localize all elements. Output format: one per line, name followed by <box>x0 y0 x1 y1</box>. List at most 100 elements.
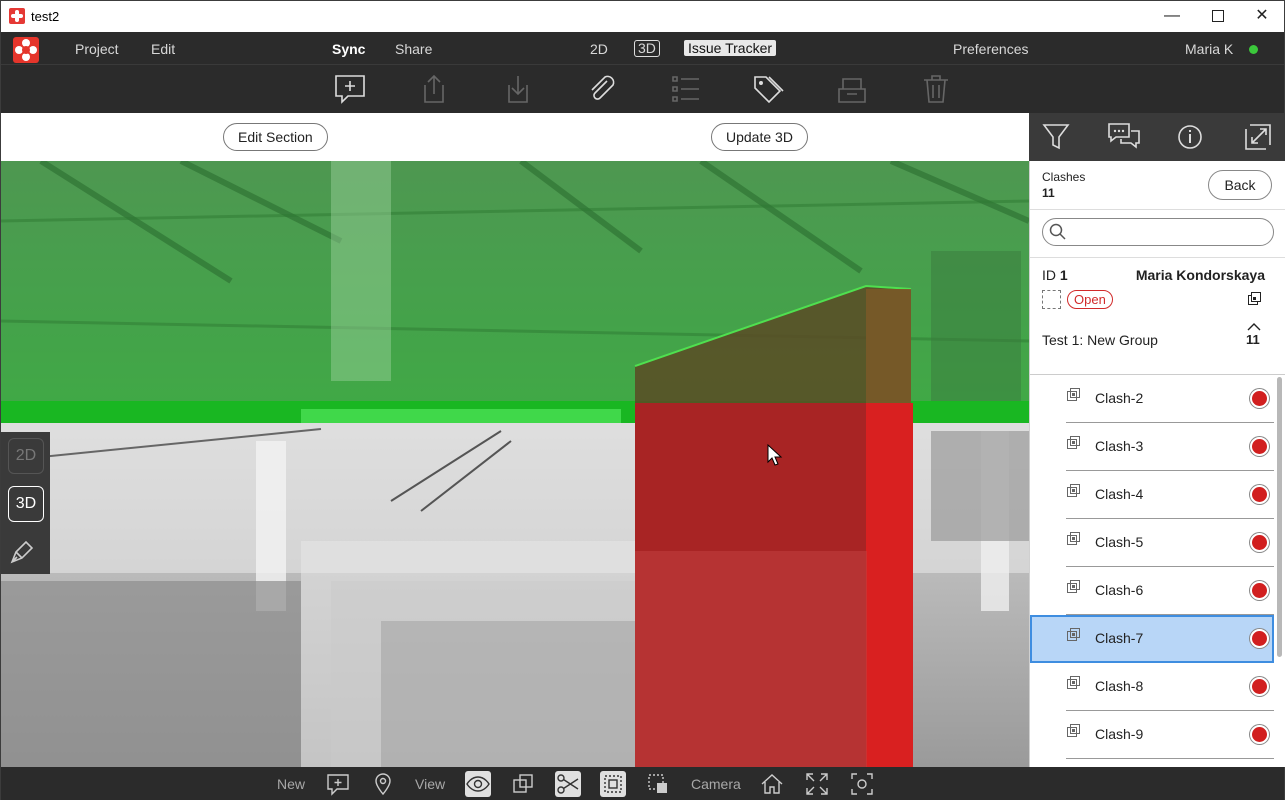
import-icon[interactable] <box>501 73 535 105</box>
status-badge[interactable]: Open <box>1067 290 1113 309</box>
archive-icon[interactable] <box>835 73 869 105</box>
clash-item-icon <box>1067 436 1080 449</box>
window-title: test2 <box>31 9 60 24</box>
status-dot-icon <box>1250 389 1269 408</box>
export-icon[interactable] <box>417 73 451 105</box>
list-item[interactable]: Clash-8 <box>1030 663 1274 711</box>
menu-3d[interactable]: 3D <box>634 40 660 57</box>
list-item[interactable]: Clash-2 <box>1030 375 1274 423</box>
status-dot-icon <box>1250 485 1269 504</box>
clash-panel: Clashes 11 Back ID 1 Maria Kondorskaya O… <box>1029 161 1285 767</box>
section-box-icon[interactable] <box>600 771 626 797</box>
screenshot-icon[interactable] <box>849 771 875 797</box>
update-3d-button[interactable]: Update 3D <box>711 123 808 151</box>
status-dot-icon <box>1250 533 1269 552</box>
menu-bar: Project Edit Sync Share 2D 3D Issue Trac… <box>1 32 1284 65</box>
clash-item-icon <box>1067 580 1080 593</box>
camera-label: Camera <box>691 776 741 792</box>
menu-share[interactable]: Share <box>395 41 432 57</box>
visibility-eye-icon[interactable] <box>465 771 491 797</box>
view-mode-dock: 2D 3D <box>1 432 50 574</box>
clash-item-icon <box>1067 724 1080 737</box>
delete-icon[interactable] <box>919 73 953 105</box>
list-item[interactable]: Clash-9 <box>1030 711 1274 759</box>
list-item-label: Clash-2 <box>1095 390 1144 406</box>
isolate-icon[interactable] <box>510 771 536 797</box>
list-item-label: Clash-5 <box>1095 534 1144 550</box>
list-scrollbar[interactable] <box>1277 377 1282 657</box>
select-checkbox[interactable] <box>1042 290 1061 309</box>
bottom-toolbar: New View Camera <box>1 767 1284 800</box>
menu-project[interactable]: Project <box>75 41 119 57</box>
clash-group-icon[interactable] <box>1248 292 1261 310</box>
title-bar: test2 — ✕ <box>1 1 1284 32</box>
location-pin-icon[interactable] <box>370 771 396 797</box>
markup-pen-icon[interactable] <box>8 534 44 570</box>
clashes-count: 11 <box>1042 186 1055 200</box>
list-item-label: Clash-8 <box>1095 678 1144 694</box>
list-item-label: Clash-9 <box>1095 726 1144 742</box>
view-3d-button[interactable]: 3D <box>8 486 44 522</box>
status-dot-icon <box>1250 677 1269 696</box>
model-render <box>1 161 1029 767</box>
list-item-label: Clash-4 <box>1095 486 1144 502</box>
fit-to-view-icon[interactable] <box>804 771 830 797</box>
clash-item-icon <box>1067 628 1080 641</box>
filter-icon[interactable] <box>1039 121 1073 153</box>
clash-item-icon <box>1067 532 1080 545</box>
menu-preferences[interactable]: Preferences <box>953 41 1028 57</box>
list-item-selected[interactable]: Clash-7 <box>1030 615 1274 663</box>
search-icon <box>1049 223 1066 240</box>
list-item[interactable]: Clash-5 <box>1030 519 1274 567</box>
menu-issue-tracker[interactable]: Issue Tracker <box>684 40 777 56</box>
online-status-icon <box>1249 45 1258 54</box>
issue-id: ID 1 <box>1042 267 1068 283</box>
list-item-label: Clash-7 <box>1095 630 1144 646</box>
maximize-button[interactable] <box>1195 1 1241 32</box>
clash-list: Clash-2 Clash-3 Clash-4 Clash-5 Clash-6 … <box>1030 374 1285 767</box>
home-icon[interactable] <box>759 771 785 797</box>
new-issue-icon[interactable] <box>333 73 367 105</box>
add-issue-icon[interactable] <box>325 771 351 797</box>
section-bar: Edit Section Update 3D <box>1 113 1029 161</box>
list-item-label: Clash-6 <box>1095 582 1144 598</box>
menu-2d[interactable]: 2D <box>590 41 608 57</box>
menu-sync[interactable]: Sync <box>332 41 365 57</box>
clash-item-icon <box>1067 388 1080 401</box>
clash-item-icon <box>1067 484 1080 497</box>
status-dot-icon <box>1250 437 1269 456</box>
status-dot-icon <box>1250 581 1269 600</box>
expand-icon[interactable] <box>1241 121 1275 153</box>
list-item[interactable]: Clash-6 <box>1030 567 1274 615</box>
info-icon[interactable] <box>1173 121 1207 153</box>
user-name[interactable]: Maria K <box>1185 41 1233 57</box>
app-logo-icon[interactable] <box>13 37 39 63</box>
clash-item-icon <box>1067 676 1080 689</box>
search-input[interactable] <box>1042 218 1274 246</box>
view-label: View <box>415 776 446 792</box>
assignee-name[interactable]: Maria Kondorskaya <box>1136 267 1265 283</box>
app-window: test2 — ✕ Project Edit Sync Share 2D 3D … <box>0 0 1285 800</box>
issue-toolbar <box>1 65 1284 113</box>
status-dot-icon <box>1250 725 1269 744</box>
list-item[interactable]: Clash-3 <box>1030 423 1274 471</box>
3d-viewport[interactable]: 2D 3D <box>1 161 1029 767</box>
status-dot-icon <box>1250 629 1269 648</box>
back-button[interactable]: Back <box>1208 170 1272 200</box>
list-item[interactable]: Clash-4 <box>1030 471 1274 519</box>
section-cut-scissors-icon[interactable] <box>555 771 581 797</box>
tags-icon[interactable] <box>751 73 785 105</box>
edit-section-button[interactable]: Edit Section <box>223 123 328 151</box>
minimize-button[interactable]: — <box>1149 1 1195 32</box>
attachment-icon[interactable] <box>585 73 619 105</box>
menu-edit[interactable]: Edit <box>151 41 175 57</box>
list-item-label: Clash-3 <box>1095 438 1144 454</box>
comments-icon[interactable] <box>1107 121 1141 153</box>
checklist-icon[interactable] <box>669 73 703 105</box>
clashes-label: Clashes <box>1042 170 1086 184</box>
group-count: 11 <box>1246 332 1260 347</box>
selection-box-icon[interactable] <box>645 771 671 797</box>
view-2d-button[interactable]: 2D <box>8 438 44 474</box>
close-button[interactable]: ✕ <box>1239 1 1285 32</box>
app-icon <box>9 8 25 24</box>
